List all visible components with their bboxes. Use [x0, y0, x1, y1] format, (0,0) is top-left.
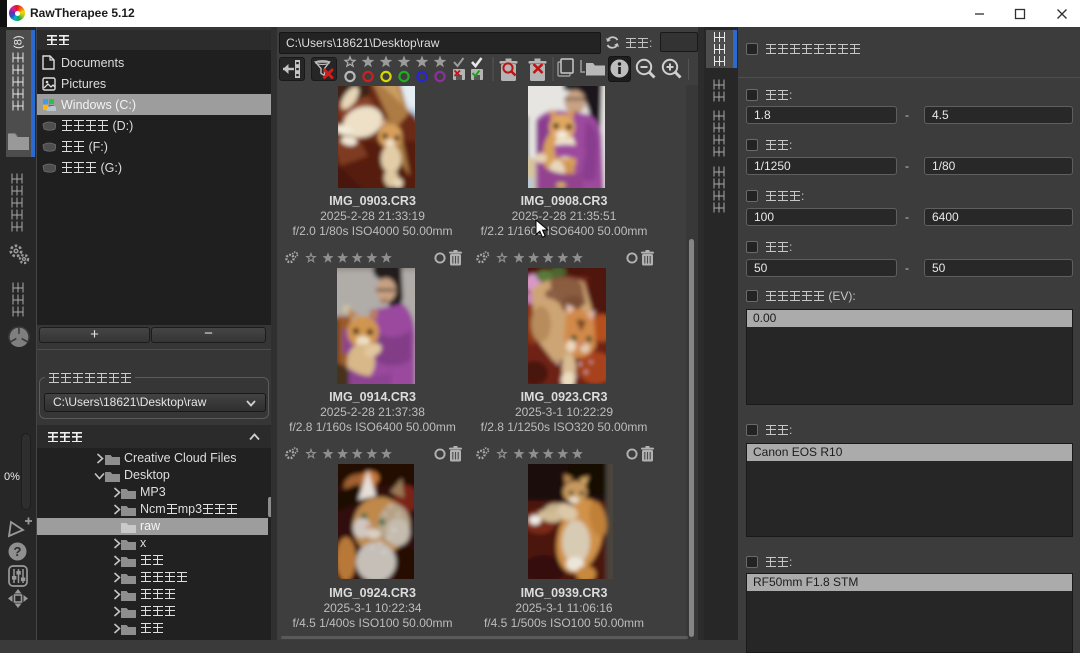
svg-text:?: ? — [14, 544, 22, 559]
